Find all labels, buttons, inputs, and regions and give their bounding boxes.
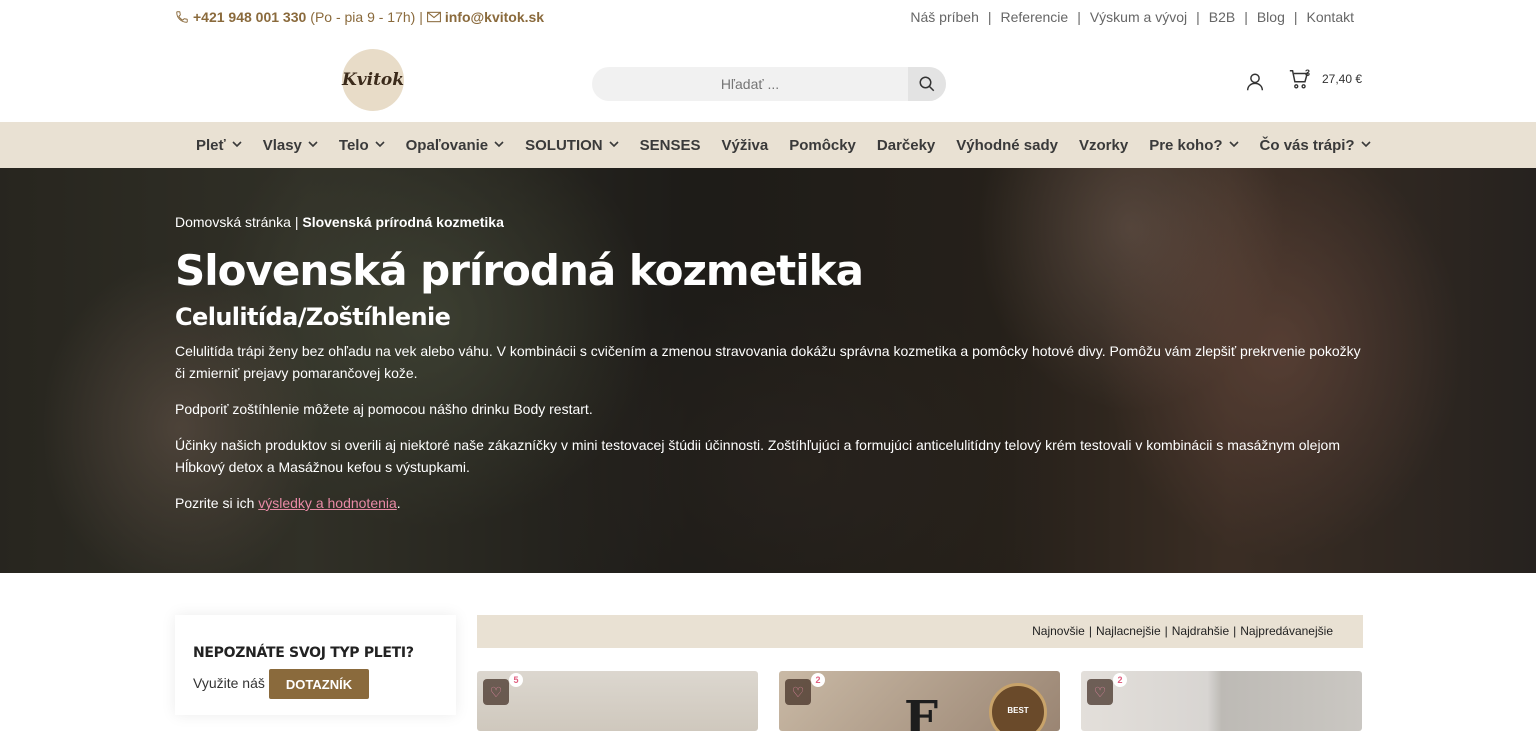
sort-bestselling[interactable]: Najpredávanejšie	[1240, 624, 1333, 638]
hero-paragraph-1: Celulitída trápi ženy bez ohľadu na vek …	[175, 343, 1361, 381]
hero-paragraph-3: Účinky našich produktov si overili aj ni…	[175, 437, 1341, 475]
product-card[interactable]: ♡ 5	[477, 671, 758, 731]
mail-icon	[426, 11, 441, 23]
wishlist-heart-icon[interactable]: ♡	[1087, 679, 1113, 705]
search-input[interactable]	[592, 67, 908, 101]
top-link-blog[interactable]: Blog	[1257, 9, 1285, 25]
nav-item-vzorky[interactable]: Vzorky	[1079, 137, 1128, 154]
cart-count: 3	[1305, 68, 1311, 78]
logo[interactable]: Kvitok	[342, 49, 404, 111]
header: Kvitok 3 27,40 €	[0, 34, 1536, 122]
nav-item-darčeky[interactable]: Darčeky	[877, 137, 935, 154]
skin-quiz-title: NEPOZNÁTE SVOJ TYP PLETI?	[193, 645, 414, 661]
search-icon	[919, 76, 935, 92]
phone-number[interactable]: +421 948 001 330	[193, 9, 306, 25]
account-button[interactable]	[1244, 71, 1266, 93]
wishlist-count: 5	[509, 673, 523, 687]
nav-item-pomôcky[interactable]: Pomôcky	[789, 137, 856, 154]
sort-bar: Najnovšie | Najlacnejšie | Najdrahšie | Naj…	[477, 615, 1363, 648]
opening-hours: (Po - pia 9 - 17h) |	[310, 9, 423, 25]
nav-item-opaľovanie[interactable]: Opaľovanie	[406, 137, 504, 154]
nav-item-výhodné-sady[interactable]: Výhodné sady	[956, 137, 1058, 154]
page-title: Slovenská prírodná kozmetika	[175, 246, 864, 295]
nav-item-čo-vás-trápi[interactable]: Čo vás trápi?	[1260, 137, 1371, 154]
nav-item-pre-koho[interactable]: Pre koho?	[1149, 137, 1239, 154]
nav-item-výživa[interactable]: Výživa	[721, 137, 768, 154]
wishlist-count: 2	[1113, 673, 1127, 687]
chevron-down-icon	[232, 140, 242, 151]
hero-paragraph-4: Pozrite si ich výsledky a hodnotenia.	[175, 495, 401, 511]
quiz-button[interactable]: DOTAZNÍK	[269, 669, 369, 699]
nav-item-pleť[interactable]: Pleť	[196, 137, 242, 154]
product-card[interactable]: F BEST ♡ 2	[779, 671, 1060, 731]
chevron-down-icon	[308, 140, 318, 151]
top-link-kontakt[interactable]: Kontakt	[1307, 9, 1354, 25]
page-subtitle: Celulitída/Zoštíhlenie	[175, 303, 451, 331]
cart-button[interactable]: 3 27,40 €	[1288, 68, 1362, 90]
sort-newest[interactable]: Najnovšie	[1032, 624, 1085, 638]
hero-paragraph-2: Podporiť zoštíhlenie môžete aj pomocou n…	[175, 401, 593, 417]
sort-cheapest[interactable]: Najlacnejšie	[1096, 624, 1161, 638]
top-link-vyskum[interactable]: Výskum a vývoj	[1090, 9, 1187, 25]
nav-item-telo[interactable]: Telo	[339, 137, 385, 154]
skin-quiz-text: Využite náš	[193, 675, 265, 691]
skin-quiz-card: NEPOZNÁTE SVOJ TYP PLETI? Využite náš DO…	[175, 615, 456, 715]
results-link[interactable]: výsledky a hodnotenia	[258, 495, 397, 511]
phone-icon	[176, 11, 188, 23]
top-link-b2b[interactable]: B2B	[1209, 9, 1235, 25]
wishlist-heart-icon[interactable]: ♡	[483, 679, 509, 705]
main-nav: Pleť Vlasy Telo Opaľovanie SOLUTION SENSES Výž…	[0, 122, 1536, 168]
chevron-down-icon	[1361, 140, 1371, 151]
hero-banner: Domovská stránka | Slovenská prírodná ko…	[0, 168, 1536, 573]
nav-item-vlasy[interactable]: Vlasy	[263, 137, 318, 154]
top-links: Náš príbeh | Referencie | Výskum a vývoj | …	[910, 9, 1354, 25]
top-bar: +421 948 001 330 (Po - pia 9 - 17h) | in…	[0, 0, 1536, 34]
breadcrumb-home[interactable]: Domovská stránka	[175, 214, 291, 230]
nav-item-solution[interactable]: SOLUTION	[525, 137, 619, 154]
chevron-down-icon	[375, 140, 385, 151]
bestseller-badge: BEST	[989, 683, 1047, 731]
wishlist-count: 2	[811, 673, 825, 687]
search-bar	[592, 67, 946, 101]
chevron-down-icon	[609, 140, 619, 151]
nav-item-senses[interactable]: SENSES	[640, 137, 701, 154]
user-icon	[1246, 73, 1264, 91]
listing-section: NEPOZNÁTE SVOJ TYP PLETI? Využite náš DO…	[0, 573, 1536, 731]
wishlist-heart-icon[interactable]: ♡	[785, 679, 811, 705]
breadcrumb-current: Slovenská prírodná kozmetika	[302, 214, 504, 230]
chevron-down-icon	[1228, 140, 1239, 151]
top-link-referencie[interactable]: Referencie	[1001, 9, 1069, 25]
search-button[interactable]	[908, 67, 946, 101]
breadcrumb: Domovská stránka | Slovenská prírodná ko…	[175, 214, 504, 230]
top-link-nas-pribeh[interactable]: Náš príbeh	[910, 9, 978, 25]
product-card[interactable]: ♡ 2	[1081, 671, 1362, 731]
sort-most-expensive[interactable]: Najdrahšie	[1172, 624, 1229, 638]
cart-total: 27,40 €	[1322, 72, 1363, 86]
contact-info: +421 948 001 330 (Po - pia 9 - 17h) | in…	[175, 9, 544, 25]
email-link[interactable]: info@kvitok.sk	[445, 9, 544, 25]
chevron-down-icon	[494, 140, 504, 151]
